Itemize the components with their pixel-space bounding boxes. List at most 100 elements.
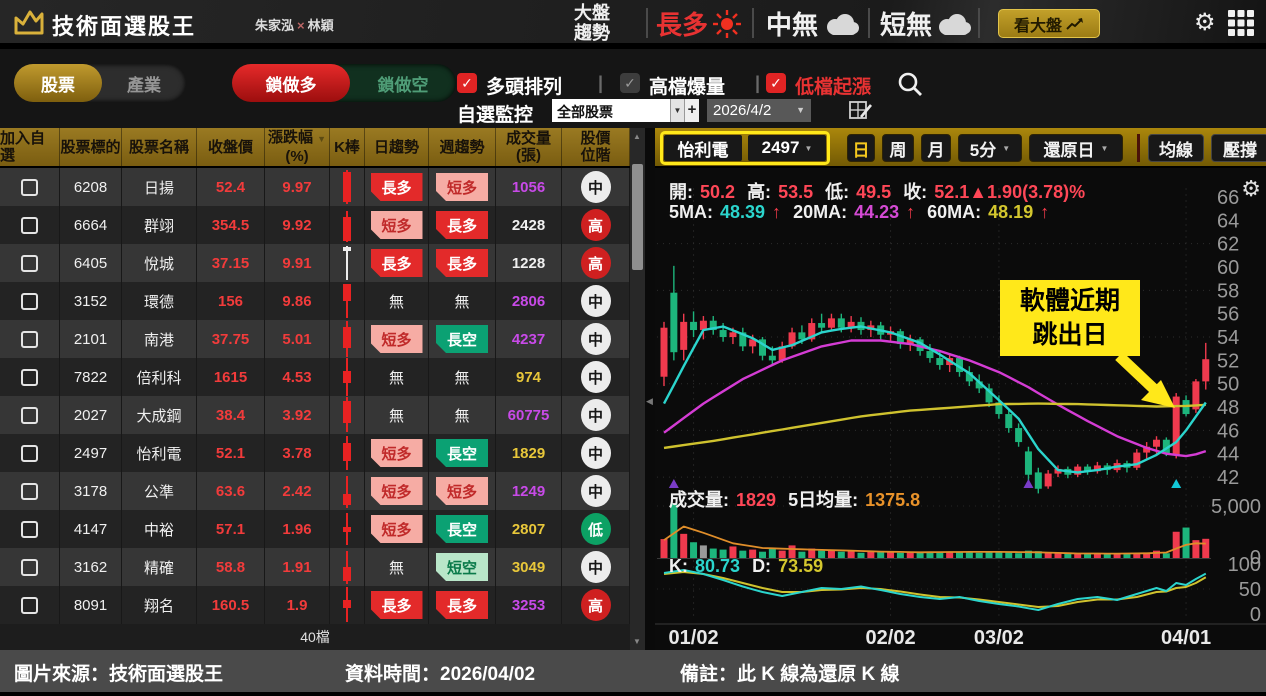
price-level-badge: 中 xyxy=(580,475,611,507)
column-header[interactable]: 成交量 (張) xyxy=(496,128,562,166)
checkbox-high-volume[interactable]: ✓ xyxy=(620,73,640,93)
stock-name: 中裕 xyxy=(122,510,197,548)
tab-industry[interactable]: 產業 xyxy=(102,64,186,102)
table-row[interactable]: 7822 倍利科 1615 4.53 無 無 974 中 xyxy=(0,358,630,396)
tab-lock-long[interactable]: 鎖做多 xyxy=(232,64,350,102)
change-percent: 9.86 xyxy=(265,282,330,320)
add-watch-checkbox[interactable] xyxy=(21,482,38,500)
table-row[interactable]: 8091 翔名 160.5 1.9 長多 長多 3253 高 xyxy=(0,586,630,624)
period-minute-select[interactable]: 5分 ▼ xyxy=(958,134,1022,162)
app-title: 技術面選股王 xyxy=(52,14,197,39)
stock-count-label: 40檔 xyxy=(0,624,630,650)
add-watch-checkbox[interactable] xyxy=(21,596,38,614)
divider: | xyxy=(598,73,604,93)
k-bar-icon xyxy=(330,244,365,282)
volume: 1829 xyxy=(496,434,562,472)
scroll-down-icon[interactable]: ▼ xyxy=(633,637,641,646)
stock-name: 環德 xyxy=(122,282,197,320)
checkbox-bull-alignment[interactable]: ✓ xyxy=(457,73,477,93)
column-header[interactable]: 收盤價 xyxy=(197,128,265,166)
divider xyxy=(1137,134,1140,162)
add-watchlist-button[interactable]: + xyxy=(684,99,699,122)
column-header[interactable]: 週趨勢 xyxy=(429,128,496,166)
week-trend-badge: 長空 xyxy=(436,515,488,543)
chevron-down-icon[interactable]: ▼ xyxy=(670,99,684,122)
checkbox-low-rise[interactable]: ✓ xyxy=(766,73,786,93)
table-row[interactable]: 2101 南港 37.75 5.01 短多 長空 4237 中 xyxy=(0,320,630,358)
stock-name-box[interactable]: 怡利電 xyxy=(664,135,742,161)
period-week-button[interactable]: 周 xyxy=(882,134,914,162)
change-percent: 3.78 xyxy=(265,434,330,472)
add-watch-checkbox[interactable] xyxy=(21,330,38,348)
table-row[interactable]: 6664 群翊 354.5 9.92 短多 長多 2428 高 xyxy=(0,206,630,244)
chart-settings-gear-icon[interactable]: ⚙ xyxy=(1241,176,1261,202)
add-watch-checkbox[interactable] xyxy=(21,406,38,424)
week-trend-badge: 短多 xyxy=(436,173,488,201)
apps-grid-icon[interactable] xyxy=(1228,10,1254,36)
add-watch-checkbox[interactable] xyxy=(21,444,38,462)
period-month-button[interactable]: 月 xyxy=(921,134,951,162)
add-watch-checkbox[interactable] xyxy=(21,216,38,234)
watchlist-select[interactable]: 全部股票 ▼ + xyxy=(552,99,699,122)
restore-mode-select[interactable]: 還原日 ▼ xyxy=(1029,134,1123,162)
period-day-button[interactable]: 日 xyxy=(847,134,875,162)
column-header[interactable]: 加入自選 xyxy=(0,128,60,166)
table-scrollbar[interactable]: ▲ ▼ xyxy=(630,128,645,650)
add-watch-checkbox[interactable] xyxy=(21,292,38,310)
support-resistance-button[interactable]: 壓撐 xyxy=(1211,134,1266,162)
day-trend-badge: 長多 xyxy=(371,173,423,201)
price-level-badge: 高 xyxy=(580,209,611,241)
table-row[interactable]: 2027 大成鋼 38.4 3.92 無 無 60775 中 xyxy=(0,396,630,434)
stock-code-select[interactable]: 2497 ▼ xyxy=(748,135,826,161)
table-row[interactable]: 3152 環德 156 9.86 無 無 2806 中 xyxy=(0,282,630,320)
week-trend-badge: 長空 xyxy=(436,325,488,353)
scroll-up-icon[interactable]: ▲ xyxy=(633,132,641,141)
change-percent: 2.42 xyxy=(265,472,330,510)
date-select[interactable]: 2026/4/2 ▼ xyxy=(707,99,811,122)
column-header[interactable]: K棒 xyxy=(330,128,365,166)
close-price: 58.8 xyxy=(197,548,265,586)
stock-code: 8091 xyxy=(60,586,122,624)
column-header[interactable]: 股票標的 xyxy=(60,128,122,166)
tab-lock-short[interactable]: 鎖做空 xyxy=(350,64,456,102)
change-percent: 1.9 xyxy=(265,586,330,624)
search-icon[interactable] xyxy=(896,70,924,98)
ma-button[interactable]: 均線 xyxy=(1148,134,1204,162)
k-bar-icon xyxy=(330,168,365,206)
day-trend-badge: 短多 xyxy=(371,211,423,239)
day-trend-badge: 長多 xyxy=(371,249,423,277)
column-header[interactable]: 股價 位階 xyxy=(562,128,630,166)
day-trend-none: 無 xyxy=(388,407,404,425)
scrollbar-thumb[interactable] xyxy=(632,164,643,270)
collapse-left-icon[interactable]: ◀ xyxy=(646,396,653,407)
add-watch-checkbox[interactable] xyxy=(21,558,38,576)
change-percent: 5.01 xyxy=(265,320,330,358)
column-header[interactable]: 股票名稱 xyxy=(122,128,197,166)
add-watch-checkbox[interactable] xyxy=(21,520,38,538)
table-row[interactable]: 6405 悅城 37.15 9.91 長多 長多 1228 高 xyxy=(0,244,630,282)
column-header[interactable]: 日趨勢 xyxy=(365,128,429,166)
tab-stock[interactable]: 股票 xyxy=(14,64,102,102)
stock-name: 精確 xyxy=(122,548,197,586)
close-price: 52.1 xyxy=(197,434,265,472)
change-percent: 3.92 xyxy=(265,396,330,434)
table-row[interactable]: 6208 日揚 52.4 9.97 長多 短多 1056 中 xyxy=(0,168,630,206)
settings-gear-icon[interactable]: ⚙ xyxy=(1194,8,1216,37)
view-market-button[interactable]: 看大盤 xyxy=(998,9,1100,38)
add-watch-checkbox[interactable] xyxy=(21,254,38,272)
edit-table-icon[interactable] xyxy=(848,98,874,124)
svg-text:04/01: 04/01 xyxy=(1161,627,1211,649)
add-watch-checkbox[interactable] xyxy=(21,178,38,196)
add-watch-checkbox[interactable] xyxy=(21,368,38,386)
k-bar-icon xyxy=(330,358,365,396)
table-row[interactable]: 3178 公準 63.6 2.42 短多 短多 1249 中 xyxy=(0,472,630,510)
table-row[interactable]: 3162 精確 58.8 1.91 無 短空 3049 中 xyxy=(0,548,630,586)
stock-code: 4147 xyxy=(60,510,122,548)
table-row[interactable]: 2497 怡利電 52.1 3.78 短多 長空 1829 中 xyxy=(0,434,630,472)
top-bar: 技術面選股王 朱家泓 × 林穎 大盤 趨勢 長多 中無 短無 看大盤 ⚙ xyxy=(0,0,1266,46)
k-bar-icon xyxy=(330,396,365,434)
stock-name: 公準 xyxy=(122,472,197,510)
table-row[interactable]: 4147 中裕 57.1 1.96 短多 長空 2807 低 xyxy=(0,510,630,548)
footer-source: 圖片來源：技術面選股王 xyxy=(14,664,224,685)
column-header[interactable]: 漲跌幅 ▼ (%) xyxy=(265,128,330,166)
